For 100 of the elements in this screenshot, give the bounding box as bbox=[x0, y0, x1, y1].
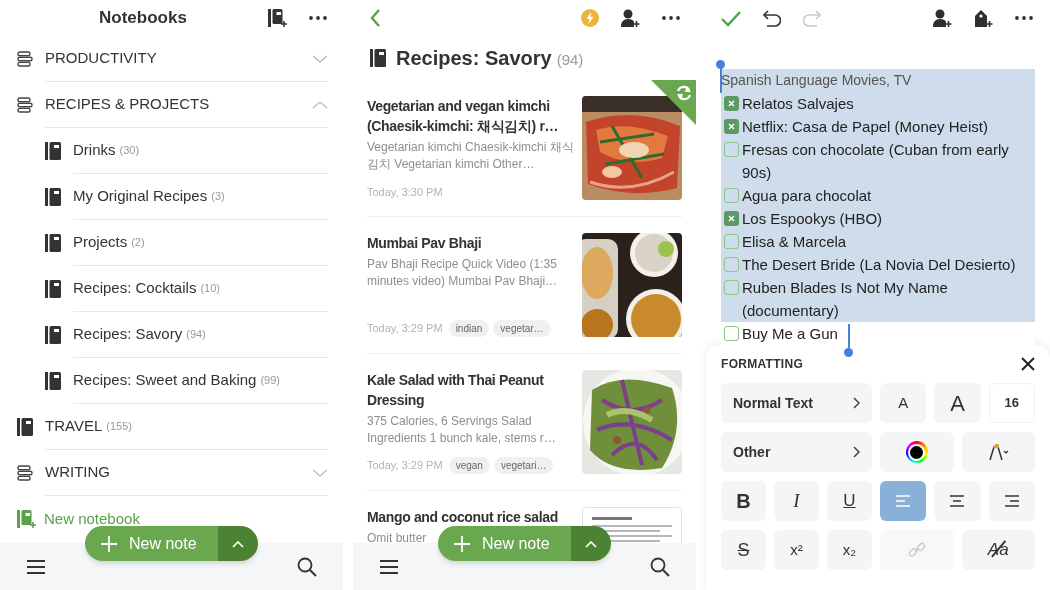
notebook-icon bbox=[45, 372, 61, 390]
done-check-icon[interactable] bbox=[721, 9, 741, 27]
notebook-label[interactable]: TRAVEL bbox=[45, 415, 103, 438]
superscript-button[interactable]: x² bbox=[774, 530, 819, 570]
notebook-label[interactable]: RECIPES & PROJECTS bbox=[45, 93, 210, 116]
sheet-title: FORMATTING bbox=[721, 356, 804, 373]
note-title[interactable]: Mango and coconut rice salad bbox=[367, 507, 579, 527]
notebook-title: Recipes: Savory bbox=[396, 46, 552, 71]
checklist-text: Los Espookys (HBO) bbox=[742, 209, 883, 229]
note-snippet: Vegetarian kimchi Chaesik-kimchi 채식김치 Vegetarian kimchi Other… bbox=[367, 139, 575, 173]
notebook-label[interactable]: Recipes: Sweet and Baking bbox=[73, 369, 257, 392]
note-count: (2) bbox=[131, 235, 145, 251]
checkbox[interactable] bbox=[724, 211, 739, 226]
more-icon[interactable] bbox=[309, 16, 327, 20]
checkbox[interactable] bbox=[724, 280, 739, 295]
notebook-icon bbox=[45, 234, 61, 252]
close-icon[interactable] bbox=[1021, 357, 1035, 371]
checkbox[interactable] bbox=[724, 142, 739, 157]
link-icon bbox=[907, 541, 926, 559]
align-right-icon bbox=[1003, 495, 1020, 507]
notebook-label[interactable]: Recipes: Cocktails bbox=[73, 277, 197, 300]
add-tag-icon[interactable] bbox=[974, 9, 993, 27]
notebook-label[interactable]: Recipes: Savory bbox=[73, 323, 183, 346]
caret-up-icon bbox=[585, 539, 597, 548]
note-count: (10) bbox=[200, 281, 220, 297]
tag[interactable]: vegetari… bbox=[493, 457, 554, 474]
chevron-right-icon bbox=[853, 397, 860, 409]
more-icon[interactable] bbox=[1015, 16, 1033, 20]
caret-up-icon bbox=[232, 539, 244, 548]
align-center-button[interactable] bbox=[934, 481, 981, 521]
increase-size-button[interactable]: A bbox=[934, 383, 981, 423]
undo-icon[interactable] bbox=[763, 9, 781, 27]
color-wheel-icon bbox=[905, 441, 928, 463]
add-person-icon[interactable] bbox=[933, 9, 952, 27]
menu-icon[interactable] bbox=[27, 559, 45, 574]
menu-icon[interactable] bbox=[380, 559, 398, 574]
align-right-button[interactable] bbox=[988, 481, 1035, 521]
underline-button[interactable]: U bbox=[827, 481, 872, 521]
notebook-label[interactable]: My Original Recipes bbox=[73, 185, 208, 208]
checklist-text: Ruben Blades Is Not My Name (documentary) bbox=[742, 278, 949, 321]
other-button[interactable]: Other bbox=[721, 432, 872, 472]
note-title[interactable]: Kale Salad with Thai Peanut Dressing bbox=[367, 370, 579, 410]
checklist-text: Elisa & Marcela bbox=[742, 232, 847, 252]
checklist-text: Buy Me a Gun bbox=[742, 324, 838, 344]
plus-icon bbox=[454, 535, 470, 552]
checkbox[interactable] bbox=[724, 234, 739, 249]
notebook-label[interactable]: PRODUCTIVITY bbox=[45, 47, 157, 70]
expand-button[interactable] bbox=[571, 526, 611, 561]
bold-button[interactable]: B bbox=[721, 481, 766, 521]
search-icon[interactable] bbox=[297, 556, 317, 577]
stack-icon bbox=[17, 97, 33, 113]
checklist-text: Netflix: Casa de Papel (Money Heist) bbox=[742, 117, 988, 137]
checkbox[interactable] bbox=[724, 257, 739, 272]
checkbox[interactable] bbox=[724, 326, 739, 341]
decrease-size-button[interactable]: A bbox=[880, 383, 927, 423]
note-date: Today, 3:30 PM bbox=[367, 184, 443, 200]
x-mark-icon bbox=[728, 123, 735, 130]
checkbox[interactable] bbox=[724, 119, 739, 134]
note-count: (94) bbox=[556, 49, 584, 70]
notebook-label[interactable]: Projects bbox=[73, 231, 128, 254]
tag[interactable]: indian bbox=[448, 320, 490, 337]
note-count: (99) bbox=[260, 373, 280, 389]
checkbox[interactable] bbox=[724, 96, 739, 111]
subscript-button[interactable]: x₂ bbox=[827, 530, 872, 570]
checklist-text: Agua para chocolat bbox=[742, 186, 872, 206]
back-icon[interactable] bbox=[370, 9, 381, 27]
note-count: (3) bbox=[211, 189, 225, 205]
note-title[interactable]: Mumbai Pav Bhaji bbox=[367, 233, 579, 253]
note-title[interactable]: Vegetarian and vegan kimchi (Chaesik-kimchi: 채식김치) r… bbox=[367, 96, 579, 136]
align-left-icon bbox=[895, 495, 912, 507]
notebook-icon bbox=[45, 326, 61, 344]
highlighter-icon bbox=[987, 443, 1010, 461]
tag[interactable]: vegetar… bbox=[493, 320, 551, 337]
expand-button[interactable] bbox=[218, 526, 258, 561]
checklist-text: The Desert Bride (La Novia Del Desierto) bbox=[742, 255, 1016, 275]
checklist-text: Relatos Salvajes bbox=[742, 94, 854, 114]
note-count: (30) bbox=[119, 143, 140, 159]
note-count: (155) bbox=[106, 419, 132, 435]
note-count: (94) bbox=[186, 327, 206, 343]
add-person-icon[interactable] bbox=[621, 9, 640, 27]
strikethrough-button[interactable]: S bbox=[721, 530, 766, 570]
notebook-label[interactable]: Drinks bbox=[73, 139, 116, 162]
align-center-icon bbox=[949, 495, 966, 507]
color-button[interactable] bbox=[880, 432, 954, 472]
checkbox[interactable] bbox=[724, 188, 739, 203]
new-notebook-icon[interactable] bbox=[268, 9, 287, 27]
more-icon[interactable] bbox=[662, 16, 680, 20]
italic-button[interactable]: I bbox=[774, 481, 819, 521]
notebook-icon bbox=[370, 49, 386, 67]
text-style-button[interactable]: Normal Text bbox=[721, 383, 872, 423]
notebook-icon bbox=[17, 418, 33, 436]
list-heading: Spanish Language Movies, TV bbox=[721, 71, 912, 90]
screen-title: Notebooks bbox=[99, 7, 187, 30]
notebook-icon bbox=[45, 280, 61, 298]
note-snippet: Pav Bhaji Recipe Quick Video (1:35 minutes video) Mumbai Pav Bhaji… bbox=[367, 256, 559, 290]
search-icon[interactable] bbox=[650, 556, 670, 577]
note-date: Today, 3:29 PM bbox=[367, 321, 443, 337]
tag[interactable]: vegan bbox=[448, 457, 490, 474]
notebook-label[interactable]: WRITING bbox=[45, 461, 110, 484]
font-size-field[interactable]: 16 bbox=[988, 383, 1035, 423]
